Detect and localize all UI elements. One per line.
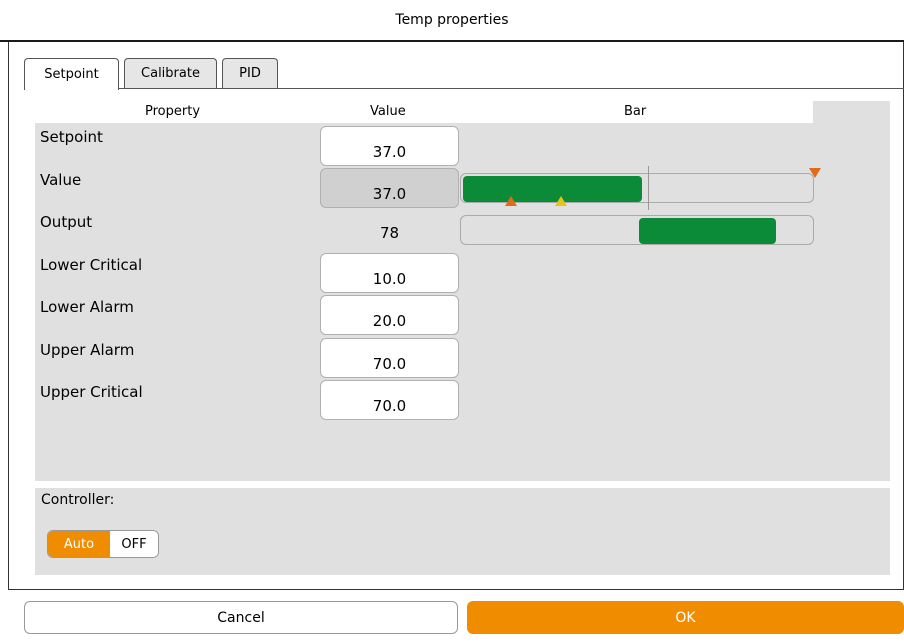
lower-alarm-marker-icon <box>555 196 567 206</box>
ok-button[interactable]: OK <box>467 601 904 634</box>
tab-calibrate[interactable]: Calibrate <box>124 58 217 88</box>
tab-pid-label: PID <box>239 66 261 81</box>
column-header-value: Value <box>370 104 406 119</box>
tab-setpoint-label: Setpoint <box>44 67 99 82</box>
window-title: Temp properties <box>395 12 509 28</box>
properties-panel <box>35 101 890 481</box>
controller-auto-option[interactable]: Auto <box>48 531 110 557</box>
controller-panel <box>35 488 890 575</box>
setpoint-label: Setpoint <box>40 128 103 146</box>
value-bar-fill <box>463 176 642 202</box>
output-bar-fill <box>639 218 776 244</box>
lower-alarm-label: Lower Alarm <box>40 298 134 316</box>
tab-setpoint[interactable]: Setpoint <box>24 58 119 90</box>
output-readout: 78 <box>379 224 400 242</box>
upper-critical-input[interactable]: 70.0 <box>320 380 459 420</box>
tab-pid[interactable]: PID <box>222 58 278 88</box>
value-label: Value <box>40 171 82 189</box>
cancel-button[interactable]: Cancel <box>24 601 458 634</box>
lower-alarm-input[interactable]: 20.0 <box>320 295 459 335</box>
value-bar <box>460 166 821 210</box>
value-readout: 37.0 <box>320 168 459 208</box>
controller-label: Controller: <box>41 492 115 508</box>
title-bar: Temp properties <box>0 0 904 42</box>
output-label: Output <box>40 213 93 231</box>
tab-divider <box>24 88 904 89</box>
lower-critical-input[interactable]: 10.0 <box>320 253 459 293</box>
upper-critical-label: Upper Critical <box>40 383 143 401</box>
tab-calibrate-label: Calibrate <box>141 66 200 81</box>
column-header-bar: Bar <box>624 104 647 119</box>
upper-alarm-label: Upper Alarm <box>40 341 135 359</box>
controller-toggle[interactable]: Auto OFF <box>47 530 159 558</box>
setpoint-tick <box>648 166 649 210</box>
lower-critical-marker-icon <box>505 196 517 206</box>
output-bar <box>460 215 814 245</box>
upper-critical-marker-icon <box>809 168 821 178</box>
upper-alarm-input[interactable]: 70.0 <box>320 338 459 378</box>
setpoint-input[interactable]: 37.0 <box>320 126 459 166</box>
column-header-property: Property <box>145 104 201 119</box>
lower-critical-label: Lower Critical <box>40 256 143 274</box>
controller-off-option[interactable]: OFF <box>110 531 158 557</box>
